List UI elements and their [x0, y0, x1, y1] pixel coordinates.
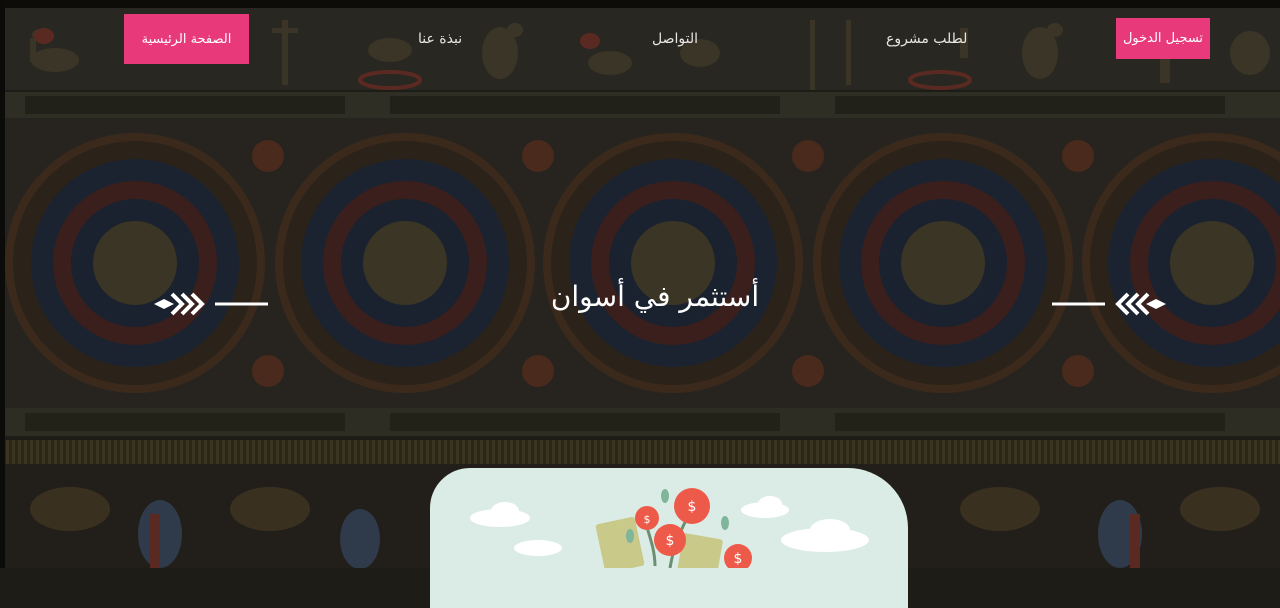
circle-ornament — [543, 133, 803, 393]
rosette-icon — [252, 140, 284, 172]
svg-text:$: $ — [688, 499, 697, 515]
rosette-icon — [522, 355, 554, 387]
nav-link-project-request[interactable]: لطلب مشروع — [886, 31, 967, 47]
rosette-icon — [792, 140, 824, 172]
rosette-icon — [1062, 140, 1094, 172]
frieze-stripe — [0, 92, 1280, 118]
circle-ornament — [1082, 133, 1280, 393]
rosette-icon — [252, 355, 284, 387]
circles-frieze — [0, 118, 1280, 408]
svg-text:$: $ — [734, 551, 743, 567]
investment-illustration: $ $ $ $ — [470, 488, 869, 579]
hero-title: أستثمر في أسوان — [550, 280, 760, 313]
page-left-border — [0, 0, 5, 568]
ankh-icon — [272, 20, 298, 85]
bird-icon — [1230, 31, 1270, 75]
investment-card: $ $ $ $ — [430, 468, 908, 608]
frieze-stripe — [0, 408, 1280, 436]
circle-ornament — [5, 133, 265, 393]
nav-link-contact[interactable]: التواصل — [652, 31, 698, 47]
arrow-chevrons-icon — [154, 292, 268, 316]
circle-pattern — [5, 133, 1280, 393]
rosette-icon — [1062, 355, 1094, 387]
nav-link-about[interactable]: نبذة عنا — [418, 31, 462, 47]
rosette-icon — [522, 140, 554, 172]
arrow-chevrons-icon — [1052, 292, 1166, 316]
left-ornament — [154, 292, 268, 316]
eye-icon — [908, 70, 972, 90]
falcon-icon — [482, 23, 523, 79]
home-button[interactable]: الصفحة الرئيسية — [124, 14, 249, 64]
dotted-border — [0, 440, 1280, 464]
bird-icon — [368, 38, 412, 62]
right-ornament — [1052, 292, 1166, 316]
login-button[interactable]: تسجيل الدخول — [1116, 18, 1210, 59]
top-border — [0, 0, 1280, 8]
svg-text:$: $ — [666, 533, 675, 549]
circle-ornament — [275, 133, 535, 393]
bird-icon — [580, 33, 632, 75]
ankh-icon — [810, 20, 851, 90]
falcon-icon — [1022, 23, 1063, 79]
eye-icon — [358, 70, 422, 90]
circle-ornament — [813, 133, 1073, 393]
rosette-icon — [792, 355, 824, 387]
svg-text:$: $ — [644, 513, 651, 526]
